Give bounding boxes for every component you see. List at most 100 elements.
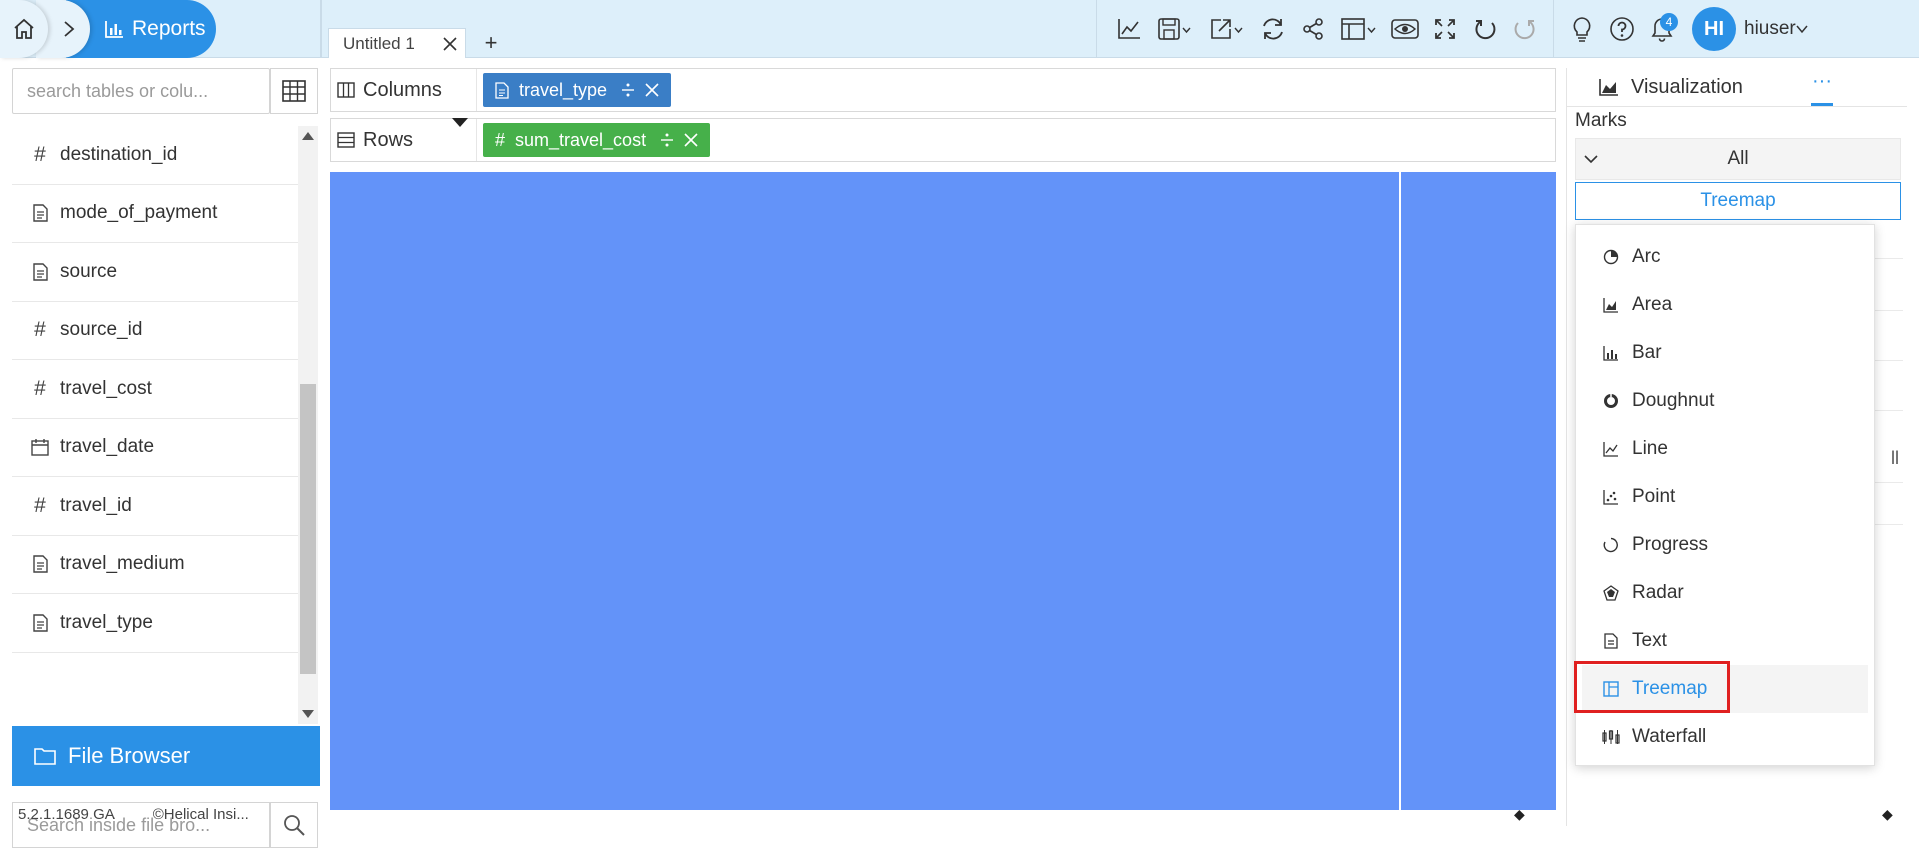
help-button[interactable] xyxy=(1602,9,1642,49)
canvas-resize-handle[interactable]: ◆ xyxy=(1514,806,1525,823)
chart-canvas[interactable] xyxy=(330,172,1556,810)
marks-scope-value: All xyxy=(1727,148,1749,169)
field-item[interactable]: source xyxy=(12,243,310,302)
field-item[interactable]: # travel_id xyxy=(12,477,310,536)
refresh-button[interactable] xyxy=(1253,9,1293,49)
undo-button[interactable] xyxy=(1465,9,1505,49)
fullscreen-button[interactable] xyxy=(1425,9,1465,49)
notifications-button[interactable]: 4 xyxy=(1642,9,1682,49)
field-item[interactable]: # travel_cost xyxy=(12,360,310,419)
user-menu[interactable]: hiuser xyxy=(1744,18,1808,40)
file-browser-label: File Browser xyxy=(68,743,191,768)
rows-shelf[interactable]: Rows # sum_travel_cost xyxy=(330,118,1556,162)
radar-icon xyxy=(1602,584,1620,602)
tab-more[interactable]: ··· xyxy=(1811,70,1833,106)
avatar[interactable]: HI xyxy=(1692,7,1736,51)
menu-item-doughnut[interactable]: Doughnut xyxy=(1576,377,1874,425)
marks-label: Marks xyxy=(1575,110,1627,131)
tab-label: Untitled 1 xyxy=(343,33,415,53)
menu-item-arc[interactable]: Arc xyxy=(1576,233,1874,281)
tab-untitled-1[interactable]: Untitled 1 xyxy=(328,28,466,58)
scroll-down-arrow[interactable] xyxy=(302,710,314,718)
doughnut-icon xyxy=(1602,392,1620,410)
columns-pill-travel-type[interactable]: travel_type xyxy=(483,73,672,107)
share-icon xyxy=(1301,17,1325,41)
table-view-button[interactable] xyxy=(270,68,318,114)
close-icon[interactable] xyxy=(441,35,459,53)
pill-label: travel_type xyxy=(519,79,608,100)
menu-item-treemap[interactable]: Treemap xyxy=(1574,661,1868,713)
menu-item-point[interactable]: Point xyxy=(1576,473,1874,521)
remove-pill-icon[interactable] xyxy=(645,83,659,97)
divider xyxy=(320,0,322,58)
partial-label: ll xyxy=(1891,448,1899,468)
sort-icon[interactable] xyxy=(621,82,635,98)
menu-item-label: Waterfall xyxy=(1632,726,1707,747)
chart-button[interactable] xyxy=(1109,9,1149,49)
fullscreen-icon xyxy=(1434,18,1456,40)
field-search-row xyxy=(12,68,320,116)
columns-text: Columns xyxy=(363,78,442,101)
marks-scope-select[interactable]: All xyxy=(1575,138,1901,180)
columns-label: Columns xyxy=(331,69,477,111)
panel-resize-handle[interactable]: ◆ xyxy=(1882,806,1893,823)
data-sidebar: # destination_id mode_of_paymentsource # sou… xyxy=(12,68,320,848)
file-browser-button[interactable]: File Browser xyxy=(12,726,320,786)
shelves: Columns travel_type Rows # sum_travel_co… xyxy=(330,68,1556,168)
footer: 5.2.1.1689 GA ©Helical Insi... xyxy=(18,804,318,824)
remove-pill-icon[interactable] xyxy=(684,133,698,147)
field-item[interactable]: mode_of_payment xyxy=(12,184,310,243)
field-label: source xyxy=(60,260,118,282)
shelf-dropdown-arrow[interactable] xyxy=(452,118,468,127)
top-bar: Reports Untitled 1 + 4 HI hiuser xyxy=(0,0,1919,58)
field-item[interactable]: travel_medium xyxy=(12,535,310,594)
menu-item-area[interactable]: Area xyxy=(1576,281,1874,329)
number-field-icon: # xyxy=(34,318,46,342)
field-item[interactable]: travel_date xyxy=(12,418,310,477)
field-search-input[interactable] xyxy=(12,68,270,114)
scroll-up-arrow[interactable] xyxy=(302,132,314,140)
menu-item-progress[interactable]: Progress xyxy=(1576,521,1874,569)
layout-button[interactable] xyxy=(1333,9,1385,49)
export-button[interactable] xyxy=(1201,9,1253,49)
columns-shelf[interactable]: Columns travel_type xyxy=(330,68,1556,112)
preview-button[interactable] xyxy=(1385,9,1425,49)
toolbar: 4 HI hiuser xyxy=(1096,0,1919,58)
field-item[interactable]: # destination_id xyxy=(12,126,310,185)
field-item[interactable]: # source_id xyxy=(12,301,310,360)
menu-item-text[interactable]: Text xyxy=(1576,617,1874,665)
chart-type-select[interactable]: Treemap xyxy=(1575,182,1901,220)
tips-button[interactable] xyxy=(1562,9,1602,49)
add-tab-button[interactable]: + xyxy=(480,30,502,55)
menu-item-line[interactable]: Line xyxy=(1576,425,1874,473)
menu-item-bar[interactable]: Bar xyxy=(1576,329,1874,377)
save-button[interactable] xyxy=(1149,9,1201,49)
rows-icon xyxy=(337,132,355,148)
tab-visualization[interactable]: Visualization xyxy=(1599,72,1743,102)
share-button[interactable] xyxy=(1293,9,1333,49)
text-icon xyxy=(1602,632,1620,650)
menu-item-radar[interactable]: Radar xyxy=(1576,569,1874,617)
treemap-cell[interactable] xyxy=(1401,172,1556,810)
field-item[interactable]: travel_type xyxy=(12,594,310,653)
redo-button[interactable] xyxy=(1505,9,1545,49)
line-chart-icon xyxy=(1602,440,1620,458)
rows-pill-sum-travel-cost[interactable]: # sum_travel_cost xyxy=(483,123,711,157)
field-label: destination_id xyxy=(60,143,178,165)
layout-icon xyxy=(1340,17,1378,41)
field-list-scrollbar[interactable] xyxy=(298,126,318,724)
menu-item-waterfall[interactable]: Waterfall xyxy=(1576,713,1874,761)
treemap-cell[interactable] xyxy=(330,172,1399,810)
progress-icon xyxy=(1602,536,1620,554)
reports-label: Reports xyxy=(132,17,206,40)
scrollbar-thumb[interactable] xyxy=(300,384,316,674)
menu-item-label: Point xyxy=(1632,486,1676,507)
field-label: travel_type xyxy=(60,611,153,633)
sort-icon[interactable] xyxy=(660,132,674,148)
number-field-icon: # xyxy=(34,142,46,166)
menu-item-label: Doughnut xyxy=(1632,390,1715,411)
menu-item-label: Line xyxy=(1632,438,1668,459)
calendar-icon xyxy=(30,436,50,458)
breadcrumb: Reports xyxy=(0,0,320,58)
lightbulb-icon xyxy=(1571,16,1593,42)
